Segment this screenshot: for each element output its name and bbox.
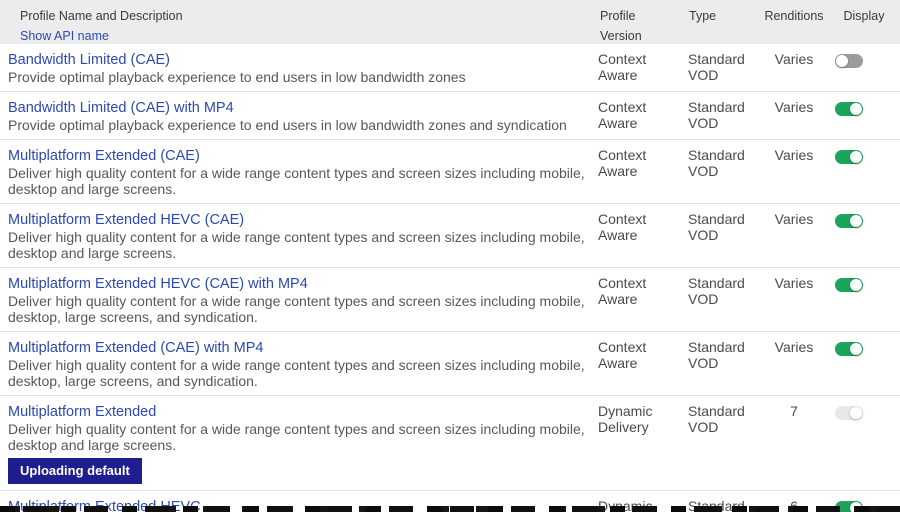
profile-version-cell: Context Aware: [590, 92, 680, 139]
profile-name-cell: Multiplatform Extended HEVC (CAE) Delive…: [0, 204, 590, 267]
display-cell: [828, 268, 900, 331]
type-cell: Standard VOD: [680, 396, 760, 490]
profile-description: Deliver high quality content for a wide …: [8, 165, 586, 197]
header-profile-name: Profile Name and Description Show API na…: [0, 0, 590, 46]
display-cell: [828, 396, 900, 490]
display-cell: [828, 332, 900, 395]
header-profile-version-line2: Version: [600, 26, 680, 46]
profile-description: Deliver high quality content for a wide …: [8, 421, 586, 453]
type-cell: Standard VOD: [680, 268, 760, 331]
header-renditions: Renditions: [760, 0, 828, 46]
table-row: Bandwidth Limited (CAE) with MP4 Provide…: [0, 92, 900, 140]
profile-description: Provide optimal playback experience to e…: [8, 117, 586, 133]
header-profile-name-label: Profile Name and Description: [20, 6, 590, 26]
table-row: Multiplatform Extended Deliver high qual…: [0, 396, 900, 491]
display-toggle[interactable]: [835, 102, 863, 116]
renditions-cell: Varies: [760, 92, 828, 139]
renditions-cell: Varies: [760, 140, 828, 203]
profile-description: Deliver high quality content for a wide …: [8, 229, 586, 261]
toggle-knob: [836, 55, 848, 67]
table-header: Profile Name and Description Show API na…: [0, 0, 900, 44]
toggle-knob: [850, 215, 862, 227]
display-cell: [828, 140, 900, 203]
table-row: Multiplatform Extended HEVC (CAE) Delive…: [0, 204, 900, 268]
display-toggle[interactable]: [835, 54, 863, 68]
profile-version-cell: Context Aware: [590, 268, 680, 331]
toggle-knob: [850, 279, 862, 291]
toggle-knob: [850, 103, 862, 115]
renditions-cell: Varies: [760, 204, 828, 267]
profile-name-link[interactable]: Multiplatform Extended: [8, 404, 156, 421]
display-toggle[interactable]: [835, 342, 863, 356]
renditions-cell: Varies: [760, 44, 828, 91]
profile-name-cell: Multiplatform Extended (CAE) Deliver hig…: [0, 140, 590, 203]
profile-description: Deliver high quality content for a wide …: [8, 293, 586, 325]
display-toggle[interactable]: [835, 406, 863, 420]
show-api-name-link[interactable]: Show API name: [20, 26, 590, 46]
profile-name-link[interactable]: Bandwidth Limited (CAE): [8, 52, 170, 69]
profile-version-cell: Dynamic Delivery: [590, 396, 680, 490]
clipped-row-artifact: [0, 506, 900, 512]
profile-name-cell: Multiplatform Extended (CAE) with MP4 De…: [0, 332, 590, 395]
renditions-cell: 7: [760, 396, 828, 490]
toggle-knob: [850, 407, 862, 419]
profile-name-link[interactable]: Multiplatform Extended HEVC (CAE): [8, 212, 244, 229]
profile-version-cell: Context Aware: [590, 44, 680, 91]
display-cell: [828, 44, 900, 91]
profile-description: Provide optimal playback experience to e…: [8, 69, 586, 85]
profile-version-cell: Context Aware: [590, 204, 680, 267]
display-toggle[interactable]: [835, 278, 863, 292]
profile-version-cell: Context Aware: [590, 332, 680, 395]
type-cell: Standard VOD: [680, 140, 760, 203]
profile-name-cell: Multiplatform Extended Deliver high qual…: [0, 396, 590, 490]
type-cell: Standard VOD: [680, 204, 760, 267]
profile-version-cell: Context Aware: [590, 140, 680, 203]
table-row: Bandwidth Limited (CAE) Provide optimal …: [0, 44, 900, 92]
display-toggle[interactable]: [835, 214, 863, 228]
profile-name-link[interactable]: Multiplatform Extended (CAE) with MP4: [8, 340, 263, 357]
profiles-table-body: Bandwidth Limited (CAE) Provide optimal …: [0, 44, 900, 512]
table-row: Multiplatform Extended (CAE) with MP4 De…: [0, 332, 900, 396]
toggle-knob: [850, 151, 862, 163]
display-cell: [828, 204, 900, 267]
profile-name-cell: Bandwidth Limited (CAE) Provide optimal …: [0, 44, 590, 91]
header-profile-version: Profile Version: [590, 0, 680, 46]
header-type: Type: [680, 0, 760, 46]
profile-description: Deliver high quality content for a wide …: [8, 357, 586, 389]
table-row: Multiplatform Extended (CAE) Deliver hig…: [0, 140, 900, 204]
header-profile-version-line1: Profile: [600, 6, 680, 26]
display-cell: [828, 92, 900, 139]
profile-name-link[interactable]: Multiplatform Extended (CAE): [8, 148, 200, 165]
profile-name-cell: Multiplatform Extended HEVC (CAE) with M…: [0, 268, 590, 331]
type-cell: Standard VOD: [680, 332, 760, 395]
profile-name-cell: Bandwidth Limited (CAE) with MP4 Provide…: [0, 92, 590, 139]
display-toggle[interactable]: [835, 150, 863, 164]
type-cell: Standard VOD: [680, 44, 760, 91]
uploading-default-badge: Uploading default: [8, 458, 142, 484]
header-display: Display: [828, 0, 900, 46]
renditions-cell: Varies: [760, 268, 828, 331]
toggle-knob: [850, 343, 862, 355]
profile-name-link[interactable]: Bandwidth Limited (CAE) with MP4: [8, 100, 234, 117]
profile-name-link[interactable]: Multiplatform Extended HEVC (CAE) with M…: [8, 276, 308, 293]
table-row: Multiplatform Extended HEVC (CAE) with M…: [0, 268, 900, 332]
renditions-cell: Varies: [760, 332, 828, 395]
type-cell: Standard VOD: [680, 92, 760, 139]
